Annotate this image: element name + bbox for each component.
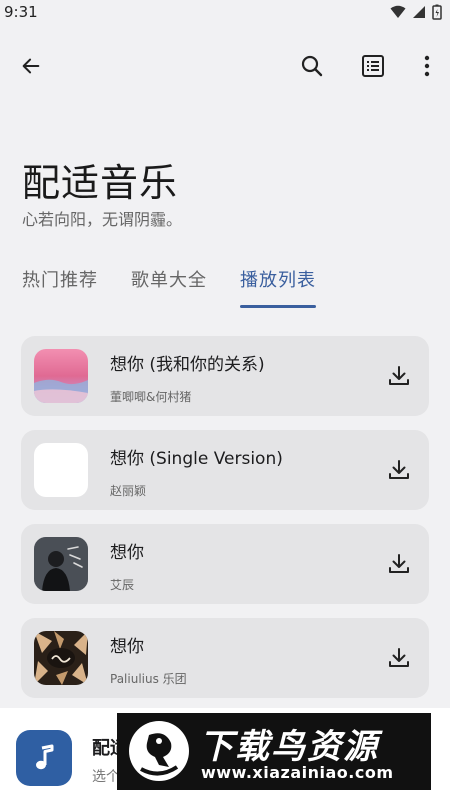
player-subtitle: 选个 bbox=[92, 769, 120, 785]
download-icon[interactable] bbox=[387, 552, 411, 576]
album-cover bbox=[34, 631, 88, 685]
download-icon[interactable] bbox=[387, 458, 411, 482]
playlist-button[interactable] bbox=[351, 44, 395, 88]
status-bar: 9:31 bbox=[0, 0, 450, 24]
bird-logo-icon bbox=[129, 721, 189, 781]
album-cover bbox=[34, 349, 88, 403]
album-cover bbox=[34, 537, 88, 591]
song-artist: 赵丽颖 bbox=[110, 484, 147, 498]
list-box-icon bbox=[362, 55, 384, 77]
song-title: 想你 bbox=[110, 637, 144, 657]
song-item[interactable]: 想你 Paliulius 乐团 bbox=[21, 618, 429, 698]
page-subtitle: 心若向阳，无谓阴霾。 bbox=[22, 210, 183, 229]
tab-hot[interactable]: 热门推荐 bbox=[22, 266, 98, 308]
more-vertical-icon bbox=[424, 55, 430, 77]
song-list: 想你 (我和你的关系) 董唧唧&何村猪 想你 (Single Version) … bbox=[21, 336, 429, 712]
more-options-button[interactable] bbox=[405, 44, 449, 88]
song-item[interactable]: 想你 艾辰 bbox=[21, 524, 429, 604]
song-artist: Paliulius 乐团 bbox=[110, 672, 187, 686]
search-icon bbox=[301, 55, 323, 77]
arrow-left-icon bbox=[22, 58, 40, 74]
back-button[interactable] bbox=[9, 44, 53, 88]
top-app-bar bbox=[0, 44, 450, 88]
song-item[interactable]: 想你 (Single Version) 赵丽颖 bbox=[21, 430, 429, 510]
wifi-icon bbox=[390, 5, 406, 18]
watermark-banner: 下载鸟资源 www.xiazainiao.com bbox=[117, 713, 431, 790]
status-time: 9:31 bbox=[4, 3, 38, 21]
tab-bar: 热门推荐 歌单大全 播放列表 bbox=[22, 266, 316, 308]
music-note-icon bbox=[36, 744, 54, 770]
battery-icon bbox=[432, 4, 442, 20]
page-title: 配适音乐 bbox=[22, 161, 179, 205]
song-artist: 董唧唧&何村猪 bbox=[110, 390, 192, 404]
status-icons bbox=[390, 4, 442, 20]
song-title: 想你 bbox=[110, 543, 144, 563]
song-item[interactable]: 想你 (我和你的关系) 董唧唧&何村猪 bbox=[21, 336, 429, 416]
watermark-title: 下载鸟资源 bbox=[199, 727, 379, 767]
tab-playlists[interactable]: 歌单大全 bbox=[131, 266, 207, 308]
download-icon[interactable] bbox=[387, 364, 411, 388]
watermark-url: www.xiazainiao.com bbox=[201, 763, 394, 782]
song-artist: 艾辰 bbox=[110, 578, 135, 592]
song-title: 想你 (我和你的关系) bbox=[110, 355, 265, 375]
search-button[interactable] bbox=[290, 44, 334, 88]
song-title: 想你 (Single Version) bbox=[110, 449, 283, 469]
tab-play-queue[interactable]: 播放列表 bbox=[240, 266, 316, 308]
download-icon[interactable] bbox=[387, 646, 411, 670]
signal-icon bbox=[413, 6, 425, 18]
album-cover bbox=[34, 443, 88, 497]
player-artwork bbox=[16, 730, 72, 786]
